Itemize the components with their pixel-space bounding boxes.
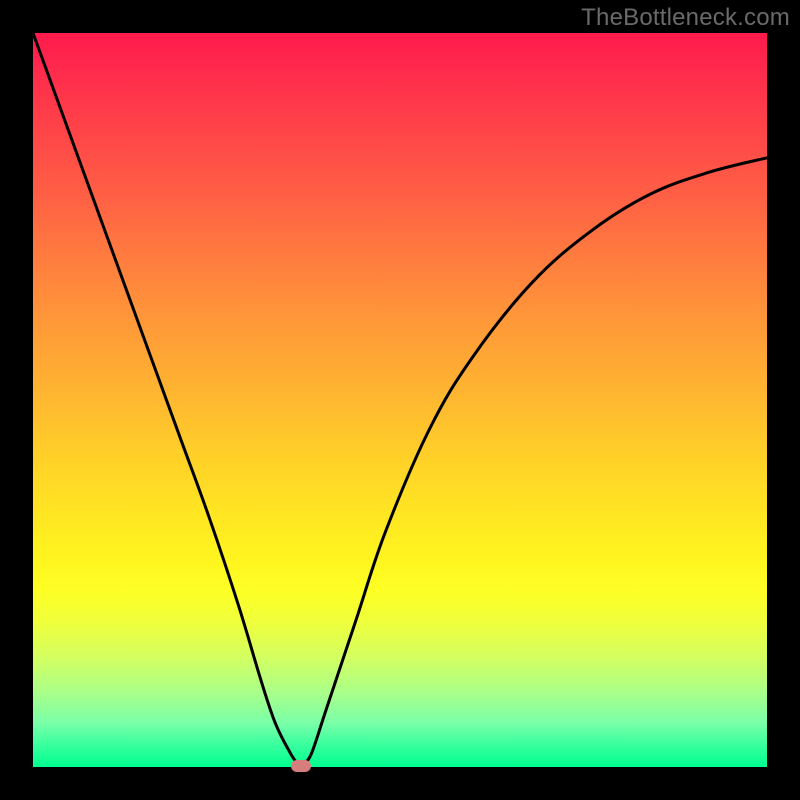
optimum-marker [291, 760, 311, 772]
plot-area [33, 33, 767, 767]
chart-frame: TheBottleneck.com [0, 0, 800, 800]
watermark-text: TheBottleneck.com [581, 4, 790, 32]
bottleneck-curve [33, 33, 767, 767]
